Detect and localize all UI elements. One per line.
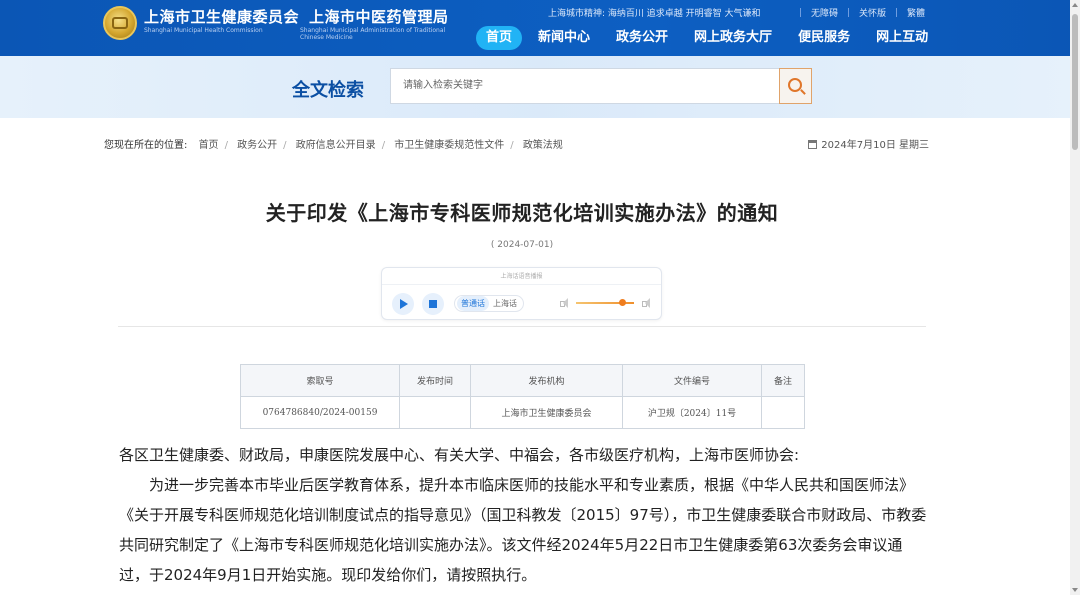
table-row: 0764786840/2024-00159 上海市卫生健康委员会 沪卫规〔202… bbox=[240, 396, 805, 429]
page-scrollbar[interactable] bbox=[1070, 0, 1080, 595]
player-header: 上海话语音播报 bbox=[382, 268, 661, 285]
volume-slider-handle[interactable] bbox=[619, 299, 626, 306]
body-paragraph: 为进一步完善本市毕业后医学教育体系，提升本市临床医师的技能水平和专业素质，根据《… bbox=[119, 476, 927, 584]
breadcrumb-policy[interactable]: 政策法规 bbox=[523, 140, 563, 151]
site-logo-text[interactable]: 上海市卫生健康委员会 上海市中医药管理局 bbox=[144, 6, 449, 27]
utility-links: 无障碍 关怀版 繁體 bbox=[790, 6, 925, 19]
org-name-2: 上海市中医药管理局 bbox=[309, 8, 449, 26]
lang-shanghainese[interactable]: 上海话 bbox=[489, 296, 521, 311]
cell-remarks bbox=[761, 396, 805, 429]
org-name-en-2: Shanghai Municipal Administration of Tra… bbox=[300, 27, 446, 41]
nav-news[interactable]: 新闻中心 bbox=[536, 26, 592, 50]
org-name-1: 上海市卫生健康委员会 bbox=[144, 8, 300, 26]
traditional-chinese-link[interactable]: 繁體 bbox=[907, 6, 925, 19]
accessibility-link[interactable]: 无障碍 bbox=[811, 6, 838, 19]
document-info-table: 索取号 发布时间 发布机构 文件编号 备注 0764786840/2024-00… bbox=[240, 364, 805, 429]
divider bbox=[118, 326, 926, 327]
care-version-link[interactable]: 关怀版 bbox=[859, 6, 886, 19]
breadcrumb-label: 您现在所在的位置: bbox=[104, 140, 188, 151]
cell-publish-time bbox=[399, 396, 471, 429]
scroll-down-icon[interactable] bbox=[1072, 588, 1078, 592]
cell-doc-number: 沪卫规〔2024〕11号 bbox=[622, 396, 762, 429]
scrollbar-thumb[interactable] bbox=[1072, 14, 1078, 150]
audio-player: 上海话语音播报 普通话 上海话 bbox=[381, 267, 662, 320]
emblem-logo-icon[interactable] bbox=[103, 6, 137, 40]
breadcrumb-disclosure-catalog[interactable]: 政府信息公开目录 bbox=[296, 140, 376, 151]
play-icon[interactable] bbox=[392, 293, 414, 315]
header-doc-number: 文件编号 bbox=[622, 364, 762, 397]
search-title: 全文检索 bbox=[292, 80, 364, 101]
cell-index-no: 0764786840/2024-00159 bbox=[240, 396, 400, 429]
nav-services[interactable]: 便民服务 bbox=[796, 26, 852, 50]
current-date-text: 2024年7月10日 星期三 bbox=[821, 140, 929, 151]
article-title: 关于印发《上海市专科医师规范化培训实施办法》的通知 bbox=[265, 201, 779, 225]
current-date: 2024年7月10日 星期三 bbox=[808, 136, 929, 151]
scroll-up-icon[interactable] bbox=[1072, 3, 1078, 7]
article-body: 各区卫生健康委、财政局，申康医院发展中心、有关大学、中福会，各市级医疗机构，上海… bbox=[119, 440, 927, 590]
main-nav: 首页 新闻中心 政务公开 网上政务大厅 便民服务 网上互动 bbox=[476, 26, 952, 50]
search-band: 全文检索 请输入检索关键字 bbox=[0, 56, 1080, 118]
nav-interaction[interactable]: 网上互动 bbox=[874, 26, 930, 50]
table-header-row: 索取号 发布时间 发布机构 文件编号 备注 bbox=[240, 364, 805, 397]
breadcrumb: 您现在所在的位置: 首页 / 政务公开 / 政府信息公开目录 / 市卫生健康委规范性文… bbox=[104, 140, 563, 151]
breadcrumb-home[interactable]: 首页 bbox=[199, 140, 219, 151]
volume-high-icon[interactable] bbox=[642, 298, 654, 308]
org-name-en-1: Shanghai Municipal Health Commission bbox=[144, 27, 263, 34]
header-publish-time: 发布时间 bbox=[399, 364, 471, 397]
article-date: ( 2024-07-01) bbox=[490, 240, 554, 250]
nav-gov-affairs[interactable]: 政务公开 bbox=[614, 26, 670, 50]
breadcrumb-normative-docs[interactable]: 市卫生健康委规范性文件 bbox=[394, 140, 504, 151]
header-publisher: 发布机构 bbox=[470, 364, 623, 397]
lang-mandarin[interactable]: 普通话 bbox=[457, 296, 489, 311]
volume-low-icon[interactable] bbox=[560, 298, 568, 308]
header-index-no: 索取号 bbox=[240, 364, 400, 397]
stop-icon[interactable] bbox=[422, 293, 444, 315]
city-spirit-text: 上海城市精神: 海纳百川 追求卓越 开明睿智 大气谦和 bbox=[548, 9, 761, 19]
cell-publisher: 上海市卫生健康委员会 bbox=[470, 396, 623, 429]
calendar-icon bbox=[808, 140, 818, 149]
site-header: 上海市卫生健康委员会 上海市中医药管理局 Shanghai Municipal H… bbox=[0, 0, 1080, 56]
language-toggle: 普通话 上海话 bbox=[454, 295, 524, 312]
search-button[interactable] bbox=[779, 68, 812, 104]
nav-home[interactable]: 首页 bbox=[476, 26, 523, 50]
header-remarks: 备注 bbox=[761, 364, 805, 397]
nav-online-hall[interactable]: 网上政务大厅 bbox=[692, 26, 774, 50]
salutation: 各区卫生健康委、财政局，申康医院发展中心、有关大学、中福会，各市级医疗机构，上海… bbox=[119, 446, 800, 464]
breadcrumb-gov-affairs[interactable]: 政务公开 bbox=[237, 140, 277, 151]
search-input[interactable]: 请输入检索关键字 bbox=[390, 68, 780, 104]
